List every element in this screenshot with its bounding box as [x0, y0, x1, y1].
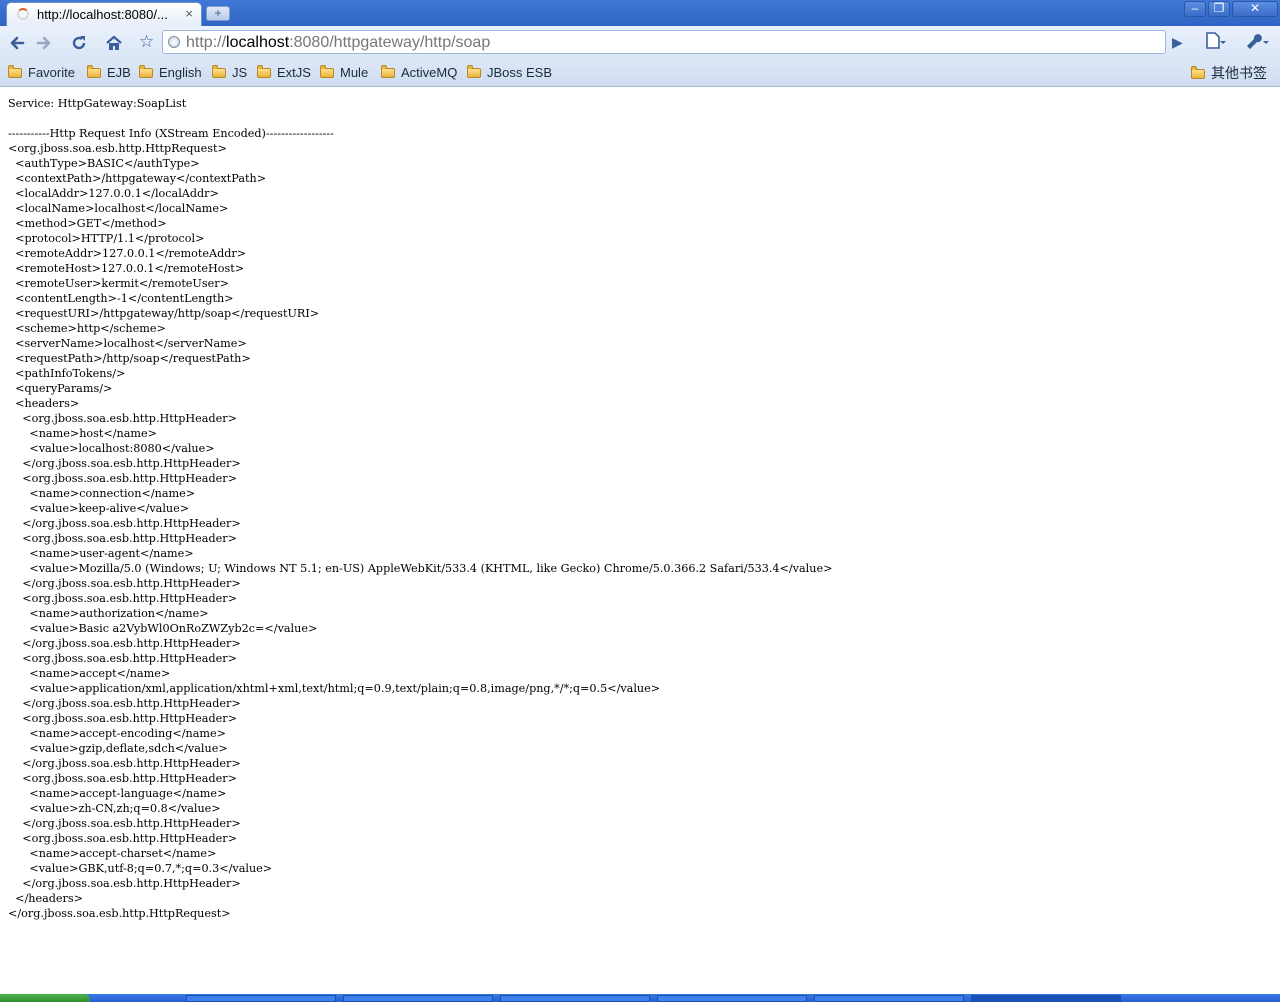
- folder-icon: [381, 65, 395, 78]
- bookmark-folder-ejb[interactable]: EJB: [87, 65, 131, 83]
- loading-spinner-icon: [17, 8, 29, 20]
- maximize-button[interactable]: ❐: [1208, 1, 1230, 17]
- folder-icon: [212, 65, 226, 78]
- url-host: localhost: [226, 34, 290, 51]
- bookmark-label: EJB: [107, 65, 131, 80]
- new-tab-button[interactable]: +: [206, 6, 230, 21]
- address-bar[interactable]: ☆ http://localhost:8080/httpgateway/http…: [139, 30, 1166, 54]
- bookmark-label: 其他书签: [1211, 65, 1267, 81]
- arrow-right-icon: [36, 36, 51, 50]
- tab-active[interactable]: http://localhost:8080/... ×: [6, 2, 202, 26]
- taskbar-item[interactable]: [186, 995, 336, 1002]
- forward-button[interactable]: [33, 32, 55, 54]
- tools-menu-button[interactable]: [1243, 31, 1271, 54]
- taskbar-item[interactable]: [500, 995, 650, 1002]
- window-close-button[interactable]: ✕: [1232, 1, 1278, 17]
- reload-icon: [72, 36, 86, 50]
- folder-icon: [8, 65, 22, 78]
- taskbar-item[interactable]: [343, 995, 493, 1002]
- page-content: Service: HttpGateway:SoapList ----------…: [8, 96, 1272, 976]
- url-path: :8080/httpgateway/http/soap: [289, 34, 491, 51]
- address-url[interactable]: http://localhost:8080/httpgateway/http/s…: [186, 34, 490, 52]
- folder-icon: [257, 65, 271, 78]
- url-scheme: http://: [186, 34, 227, 51]
- bookmark-label: ExtJS: [277, 65, 311, 80]
- bookmark-folder-js[interactable]: JS: [212, 65, 247, 83]
- wrench-icon: [1247, 34, 1269, 49]
- browser-toolbar: ☆ http://localhost:8080/httpgateway/http…: [0, 26, 1280, 60]
- bookmark-folder-other[interactable]: 其他书签: [1191, 63, 1267, 81]
- taskbar-item-active[interactable]: [971, 995, 1121, 1002]
- page-globe-icon: [168, 36, 180, 48]
- bookmark-folder-favorite[interactable]: Favorite: [8, 65, 75, 83]
- home-button[interactable]: [103, 32, 125, 54]
- folder-icon: [320, 65, 334, 78]
- bookmark-folder-jboss-esb[interactable]: JBoss ESB: [467, 65, 552, 83]
- bookmark-folder-extjs[interactable]: ExtJS: [257, 65, 311, 83]
- bookmark-label: JS: [232, 65, 248, 80]
- page-menu-button[interactable]: [1204, 31, 1226, 54]
- bookmarks-bar: Favorite EJB English JS ExtJS Mule Activ…: [0, 60, 1280, 87]
- folder-icon: [87, 65, 101, 78]
- bookmark-star-icon[interactable]: ☆: [139, 32, 154, 52]
- back-button[interactable]: [6, 32, 28, 54]
- start-button[interactable]: [0, 994, 90, 1002]
- page-icon: [1206, 32, 1226, 49]
- bookmark-label: Favorite: [28, 65, 75, 80]
- arrow-left-icon: [10, 36, 25, 50]
- os-taskbar: [0, 994, 1280, 1002]
- taskbar-item[interactable]: [814, 995, 964, 1002]
- folder-icon: [139, 65, 153, 78]
- home-icon: [106, 35, 122, 50]
- bookmark-label: Mule: [340, 65, 369, 80]
- minimize-button[interactable]: –: [1184, 1, 1206, 17]
- bookmark-label: JBoss ESB: [487, 65, 553, 80]
- bookmark-label: ActiveMQ: [401, 65, 458, 80]
- bookmark-folder-mule[interactable]: Mule: [320, 65, 368, 83]
- request-info-text: Service: HttpGateway:SoapList ----------…: [8, 97, 833, 920]
- tab-title: http://localhost:8080/...: [37, 7, 168, 22]
- title-bar: http://localhost:8080/... × + – ❐ ✕: [0, 0, 1280, 26]
- go-button[interactable]: ▶: [1172, 34, 1183, 51]
- tab-close-icon[interactable]: ×: [185, 6, 193, 21]
- reload-button[interactable]: [68, 32, 90, 54]
- taskbar-item[interactable]: [657, 995, 807, 1002]
- folder-icon: [467, 65, 481, 78]
- bookmark-folder-english[interactable]: English: [139, 65, 202, 83]
- folder-icon: [1191, 66, 1205, 79]
- bookmark-label: English: [159, 65, 202, 80]
- bookmark-folder-activemq[interactable]: ActiveMQ: [381, 65, 457, 83]
